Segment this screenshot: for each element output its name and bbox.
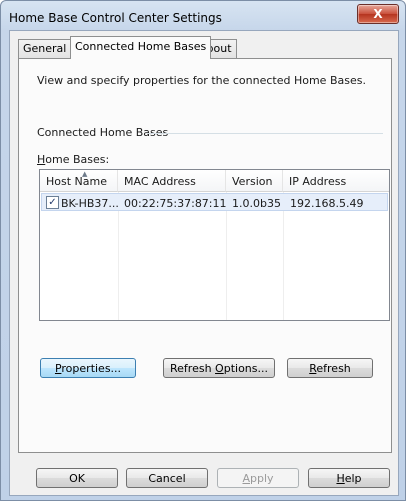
column-divider	[226, 192, 227, 320]
home-bases-label: Home Bases:	[37, 153, 110, 166]
cell-host-name: BK-HB37...	[61, 197, 119, 210]
cell-version: 1.0.0b35	[232, 197, 281, 210]
column-divider	[283, 192, 284, 320]
tab-general[interactable]: General	[18, 39, 72, 58]
dialog-client-area: General Connected Home Bases About View …	[9, 30, 399, 496]
cancel-button[interactable]: Cancel	[126, 468, 208, 488]
tab-connected-home-bases[interactable]: Connected Home Bases	[70, 36, 212, 59]
column-header-version[interactable]: Version	[226, 170, 283, 192]
column-header-mac-address[interactable]: MAC Address	[118, 170, 226, 192]
help-button[interactable]: Help	[308, 468, 390, 488]
ok-button[interactable]: OK	[36, 468, 118, 488]
refresh-options-button[interactable]: Refresh Options...	[163, 358, 275, 378]
settings-window: Home Base Control Center Settings X Gene…	[0, 0, 406, 501]
tab-panel-connected-home-bases: View and specify properties for the conn…	[18, 58, 392, 453]
checkmark-icon: ✓	[48, 197, 57, 208]
close-icon: X	[373, 7, 383, 21]
sort-ascending-icon: ▲	[82, 170, 88, 178]
window-title: Home Base Control Center Settings	[9, 11, 222, 25]
cell-mac-address: 00:22:75:37:87:11	[124, 197, 227, 210]
column-divider	[118, 192, 119, 320]
row-checkbox[interactable]: ✓	[46, 196, 59, 209]
column-header-host-name[interactable]: ▲ Host Name	[40, 170, 118, 192]
home-bases-list[interactable]: ▲ Host Name MAC Address Version IP Addre…	[39, 169, 390, 321]
list-item[interactable]: ✓ BK-HB37... 00:22:75:37:87:11 1.0.0b35 …	[41, 193, 388, 211]
column-header-ip-address[interactable]: IP Address	[283, 170, 389, 192]
group-divider	[147, 133, 383, 134]
title-bar[interactable]: Home Base Control Center Settings X	[1, 1, 405, 31]
properties-button[interactable]: Properties...	[40, 358, 136, 378]
apply-button[interactable]: Apply	[217, 468, 299, 488]
cell-ip-address: 192.168.5.49	[290, 197, 364, 210]
panel-description: View and specify properties for the conn…	[37, 74, 366, 87]
close-button[interactable]: X	[357, 4, 399, 24]
refresh-button[interactable]: Refresh	[287, 358, 373, 378]
